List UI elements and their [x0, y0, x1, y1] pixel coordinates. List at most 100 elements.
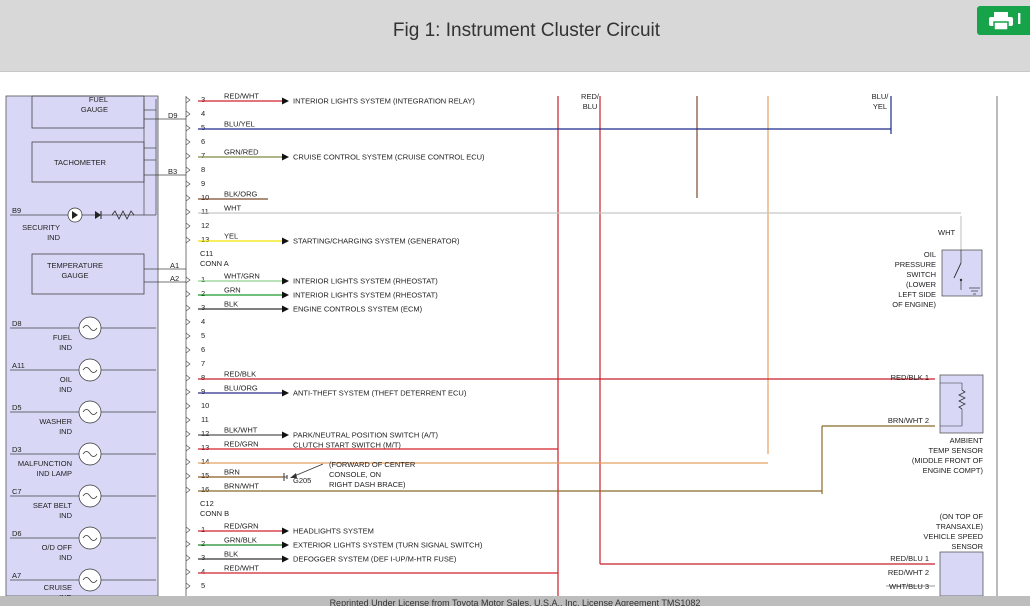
- pin-number: 3: [201, 303, 205, 312]
- pin-number: 1: [201, 275, 205, 284]
- pin-number: 4: [201, 317, 205, 326]
- connector-terminal: [185, 472, 191, 480]
- ground-g205: G205 (FORWARD OF CENTER CONSOLE, ON RIGHT …: [283, 460, 416, 489]
- arrow-icon: [282, 431, 289, 439]
- connector-row: 15 BRN: [185, 468, 283, 480]
- connector-terminal: [185, 276, 191, 284]
- pin-number: 5: [201, 331, 205, 340]
- wire-color-label: BLK/ORG: [224, 190, 258, 199]
- connector-terminal: [185, 540, 191, 548]
- pin-d6: D6: [12, 529, 22, 538]
- connector-row: 16 BRN/WHT: [185, 482, 822, 494]
- connector-terminal: [185, 152, 191, 160]
- pin-number: 8: [201, 373, 205, 382]
- pin-number: 4: [201, 109, 205, 118]
- pin-d3: D3: [12, 445, 22, 454]
- connector-row: 4: [185, 109, 205, 118]
- connector-terminal: [185, 166, 191, 174]
- destination-label: CRUISE CONTROL SYSTEM (CRUISE CONTROL EC…: [293, 153, 485, 162]
- wire-color-label: RED/GRN: [224, 522, 259, 531]
- pin-d8: D8: [12, 319, 22, 328]
- pin-b3: B3: [168, 167, 177, 176]
- connector-row: 2 GRN INTERIOR LIGHTS SYSTEM (RHEOSTAT): [185, 286, 438, 300]
- arrow-icon: [282, 527, 289, 535]
- pin-a2: A2: [170, 274, 179, 283]
- ambient-pin-1: RED/BLK 1: [891, 373, 929, 382]
- pin-number: 8: [201, 165, 205, 174]
- connector-row: 3 BLK ENGINE CONTROLS SYSTEM (ECM): [185, 300, 423, 314]
- pin-number: 3: [201, 553, 205, 562]
- page-footer: Reprinted Under License from Toyota Moto…: [0, 596, 1030, 606]
- page-title: Fig 1: Instrument Cluster Circuit: [392, 20, 661, 41]
- connector-terminal: [185, 444, 191, 452]
- ground-g205-label: G205: [293, 476, 311, 485]
- wire-color-label: GRN/BLK: [224, 536, 257, 545]
- connector-terminal: [185, 332, 191, 340]
- connector-terminal: [185, 304, 191, 312]
- top-label-red-blu: RED/BLU: [581, 92, 600, 111]
- connector-terminal: [185, 318, 191, 326]
- pin-number: 2: [201, 539, 205, 548]
- print-button[interactable]: I: [977, 6, 1030, 35]
- wire-color-label: BRN: [224, 468, 240, 477]
- wire-color-label: WHT: [224, 204, 241, 213]
- destination-label: ENGINE CONTROLS SYSTEM (ECM): [293, 305, 423, 314]
- oil-ind-label: OIL IND: [59, 375, 73, 394]
- printer-icon: [989, 12, 1013, 31]
- pin-number: 5: [201, 581, 205, 590]
- pin-number: 11: [201, 207, 209, 216]
- connector-row: 7 GRN/RED CRUISE CONTROL SYSTEM (CRUISE CO…: [185, 148, 485, 162]
- wiring-diagram: FUEL GAUGE TACHOMETER TEMPERATURE GAUGE D9…: [5, 92, 998, 596]
- pin-number: 10: [201, 193, 209, 202]
- connector-row: 2 GRN/BLK EXTERIOR LIGHTS SYSTEM (TURN SIG…: [185, 536, 483, 550]
- wire-color-label: GRN/RED: [224, 148, 259, 157]
- wire-color-label: YEL: [224, 232, 238, 241]
- pin-number: 12: [201, 429, 209, 438]
- connector-terminal: [185, 582, 191, 590]
- connector-terminal: [185, 402, 191, 410]
- destination-label: INTERIOR LIGHTS SYSTEM (RHEOSTAT): [293, 277, 438, 286]
- ground-note: (FORWARD OF CENTER CONSOLE, ON RIGHT DASH …: [329, 460, 416, 489]
- wire-color-label: RED/GRN: [224, 440, 259, 449]
- arrow-icon: [282, 389, 289, 397]
- connector-row: 9: [185, 179, 205, 188]
- pin-a1: A1: [170, 261, 179, 270]
- connector-row: 7: [185, 359, 205, 368]
- connector-row: 6: [185, 137, 205, 146]
- wire-color-label: RED/WHT: [224, 92, 259, 101]
- oil-pressure-switch-label: OIL PRESSURE SWITCH (LOWER LEFT SIDE OF ENGIN…: [892, 250, 936, 309]
- connector-terminal: [185, 568, 191, 576]
- connector-terminal: [185, 124, 191, 132]
- arrow-icon: [282, 153, 289, 161]
- connector-terminal: [185, 138, 191, 146]
- pin-number: 9: [201, 387, 205, 396]
- wire-color-label: BLK/WHT: [224, 426, 258, 435]
- vss-pin-3: WHT/BLU 3: [889, 582, 929, 591]
- pin-b9: B9: [12, 206, 21, 215]
- pin-number: 15: [201, 471, 209, 480]
- pin-number: 10: [201, 401, 209, 410]
- pin-d9: D9: [168, 111, 178, 120]
- connector-row: 5: [185, 581, 205, 590]
- connector-row: 5 BLU/YEL: [185, 120, 891, 132]
- pin-number: 7: [201, 151, 205, 160]
- tachometer-label: TACHOMETER: [54, 158, 107, 167]
- arrow-icon: [282, 555, 289, 563]
- connector-terminal: [185, 236, 191, 244]
- vss-pin-2: RED/WHT 2: [888, 568, 929, 577]
- connector-terminal: [185, 346, 191, 354]
- connector-terminal: [185, 374, 191, 382]
- connector-row: 11: [185, 415, 209, 424]
- oil-pressure-switch-box: [941, 249, 983, 297]
- connector-terminal: [185, 416, 191, 424]
- connector-row: 5: [185, 331, 205, 340]
- ambient-sensor-box: [939, 374, 984, 434]
- connector-row: 10: [185, 401, 209, 410]
- vss-label: (ON TOP OF TRANSAXLE) VEHICLE SPEED SENSOR: [923, 512, 983, 551]
- connector-row: 10 BLK/ORG: [185, 190, 268, 202]
- connector-row: 8: [185, 165, 205, 174]
- wire-color-label: GRN: [224, 286, 241, 295]
- pin-number: 4: [201, 567, 205, 576]
- destination-label: HEADLIGHTS SYSTEM: [293, 527, 374, 536]
- connector-row: 3 BLK DEFOGGER SYSTEM (DEF I-UP/M-HTR FUSE…: [185, 550, 457, 564]
